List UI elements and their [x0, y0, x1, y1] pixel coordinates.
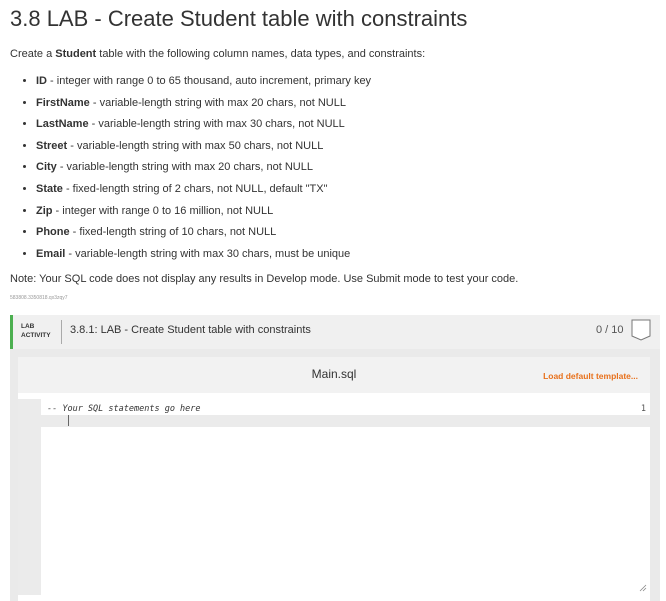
load-default-template-link[interactable]: Load default template... [543, 371, 638, 381]
constraint-item: LastName - variable-length string with m… [36, 116, 371, 138]
column-name: LastName [36, 118, 89, 131]
code-editor-panel: Main.sql Load default template... 1 -- Y… [18, 357, 650, 601]
activity-kind-label: LAB ACTIVITY [21, 322, 61, 340]
column-desc: - variable-length string with max 20 cha… [89, 96, 346, 109]
activity-id-text: 583808.3350818.qx3zqy7 [10, 295, 68, 301]
column-desc: - integer with range 0 to 16 million, no… [52, 204, 274, 217]
column-name: FirstName [36, 96, 90, 109]
constraint-list: ID - integer with range 0 to 65 thousand… [21, 73, 371, 267]
lab-activity: LAB ACTIVITY 3.8.1: LAB - Create Student… [10, 315, 660, 601]
sql-comment: -- Your SQL statements go here [47, 404, 201, 414]
activity-header-divider [61, 320, 62, 344]
column-desc: - integer with range 0 to 65 thousand, a… [47, 75, 372, 87]
intro-before: Create a [10, 48, 56, 60]
column-name: State [36, 182, 63, 195]
column-desc: - variable-length string with max 20 cha… [56, 161, 313, 174]
constraint-item: Street - variable-length string with max… [36, 138, 371, 160]
column-name: Email [36, 247, 66, 260]
column-desc: - variable-length string with max 30 cha… [88, 118, 345, 131]
text-cursor [68, 415, 69, 426]
resize-handle-icon[interactable] [639, 584, 647, 592]
column-name: Zip [36, 204, 53, 217]
constraint-item: State - fixed-length string of 2 chars, … [36, 181, 371, 203]
intro-after: table with the following column names, d… [96, 48, 426, 60]
code-line-active[interactable] [41, 415, 650, 427]
page-title: 3.8 LAB - Create Student table with cons… [10, 6, 468, 31]
intro-table-name: Student [55, 48, 97, 60]
activity-kind-line1: LAB [21, 323, 35, 330]
constraint-item: ID - integer with range 0 to 65 thousand… [36, 73, 371, 95]
activity-header: LAB ACTIVITY 3.8.1: LAB - Create Student… [10, 315, 660, 349]
activity-title: 3.8.1: LAB - Create Student table with c… [70, 324, 311, 336]
column-name: City [36, 161, 57, 174]
constraint-item: FirstName - variable-length string with … [36, 95, 371, 117]
instructions-intro: Create a Student table with the followin… [10, 48, 425, 60]
code-line[interactable]: -- Your SQL statements go here [41, 403, 650, 415]
activity-kind-line2: ACTIVITY [21, 332, 51, 339]
page: 3.8 LAB - Create Student table with cons… [0, 0, 666, 601]
column-desc: - fixed-length string of 2 chars, not NU… [62, 182, 328, 195]
constraint-item: City - variable-length string with max 2… [36, 159, 371, 181]
constraint-item: Phone - fixed-length string of 10 chars,… [36, 224, 371, 246]
column-desc: - fixed-length string of 10 chars, not N… [69, 226, 277, 239]
editor-toolbar: Main.sql Load default template... [18, 357, 650, 393]
column-name: ID [36, 75, 47, 87]
column-desc: - variable-length string with max 50 cha… [67, 139, 324, 152]
column-name: Street [36, 139, 68, 152]
develop-mode-note: Note: Your SQL code does not display any… [10, 273, 519, 285]
sql-code-editor[interactable]: 1 -- Your SQL statements go here 2 [18, 399, 650, 595]
constraint-item: Email - variable-length string with max … [36, 246, 371, 268]
column-name: Phone [36, 226, 70, 239]
line-number-gutter [18, 399, 41, 595]
activity-score: 0 / 10 [596, 324, 624, 336]
activity-accent-bar [10, 315, 13, 349]
constraint-item: Zip - integer with range 0 to 16 million… [36, 203, 371, 225]
column-desc: - variable-length string with max 30 cha… [65, 247, 351, 260]
score-flag-icon [631, 319, 651, 341]
